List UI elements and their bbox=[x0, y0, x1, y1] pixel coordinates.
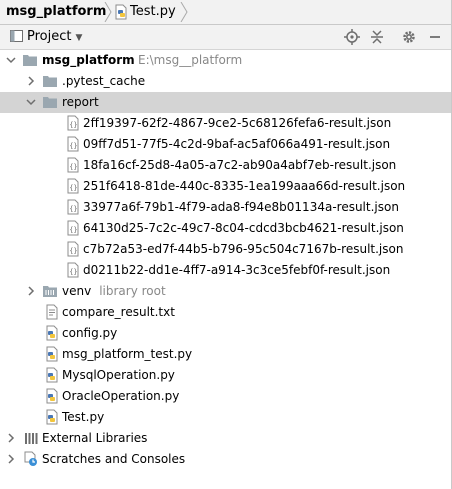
svg-text:{}: {} bbox=[69, 205, 77, 213]
folder-icon bbox=[43, 76, 57, 87]
tree-node-label: 09ff7d51-77f5-4c2d-9baf-ac5af066a491-res… bbox=[83, 137, 391, 151]
chevron-down-icon: ▼ bbox=[75, 33, 83, 43]
library-folder-icon bbox=[43, 286, 57, 297]
python-file-icon bbox=[46, 409, 58, 425]
tree-node-json-file[interactable]: {} c7b72a53-ed7f-44b5-b796-95c504c7167b-… bbox=[0, 239, 452, 260]
tree-node-label: .pytest_cache bbox=[62, 74, 146, 88]
tree-node-label: report bbox=[62, 95, 99, 109]
svg-text:{}: {} bbox=[69, 142, 77, 150]
tree-node-label: compare_result.txt bbox=[62, 305, 175, 319]
breadcrumb-file[interactable]: Test.py bbox=[130, 0, 176, 24]
tree-node-label: msg_platform bbox=[42, 53, 135, 67]
tree-node-venv[interactable]: venv library root bbox=[0, 281, 452, 302]
libraries-icon bbox=[25, 433, 38, 444]
chevron-right-icon[interactable] bbox=[6, 433, 16, 443]
venv-name: venv bbox=[62, 284, 92, 298]
tree-node-json-file[interactable]: {} 64130d25-7c2c-49c7-8c04-cdcd3bcb4621-… bbox=[0, 218, 452, 239]
svg-text:{}: {} bbox=[69, 163, 77, 171]
tree-node-json-file[interactable]: {} 33977a6f-79b1-4f79-ada8-f94e8b01134a-… bbox=[0, 197, 452, 218]
svg-text:{}: {} bbox=[69, 268, 77, 276]
json-file-icon: {} bbox=[67, 178, 79, 194]
project-view-selector[interactable]: Project ▼ bbox=[10, 25, 82, 49]
chevron-down-icon[interactable] bbox=[26, 97, 36, 107]
folder-icon bbox=[23, 55, 37, 66]
tree-node-label: 251f6418-81de-440c-8335-1ea199aaa66d-res… bbox=[83, 179, 406, 193]
json-file-icon: {} bbox=[67, 115, 79, 131]
tree-node-label: 64130d25-7c2c-49c7-8c04-cdcd3bcb4621-res… bbox=[83, 221, 404, 235]
tree-node-pytest-cache[interactable]: .pytest_cache bbox=[0, 71, 452, 92]
project-tree: msg_platform E:\msg__platform .pytest_ca… bbox=[0, 50, 452, 489]
tree-node-root[interactable]: msg_platform E:\msg__platform bbox=[0, 50, 452, 71]
library-root-note: library root bbox=[99, 284, 166, 298]
breadcrumb-project[interactable]: msg_platform bbox=[6, 0, 106, 24]
locate-icon[interactable] bbox=[343, 28, 361, 46]
tree-node-text-file[interactable]: compare_result.txt bbox=[0, 302, 452, 323]
tree-node-json-file[interactable]: {} 09ff7d51-77f5-4c2d-9baf-ac5af066a491-… bbox=[0, 134, 452, 155]
breadcrumb-separator-icon bbox=[180, 2, 188, 22]
tree-node-label: d0211b22-dd1e-4ff7-a914-3c3ce5febf0f-res… bbox=[83, 263, 391, 277]
chevron-right-icon[interactable] bbox=[26, 76, 36, 86]
tree-node-label: msg_platform_test.py bbox=[62, 347, 193, 361]
python-file-icon bbox=[46, 325, 58, 341]
json-file-icon: {} bbox=[67, 136, 79, 152]
tree-node-label: config.py bbox=[62, 326, 118, 340]
tree-node-json-file[interactable]: {} d0211b22-dd1e-4ff7-a914-3c3ce5febf0f-… bbox=[0, 260, 452, 281]
tree-node-json-file[interactable]: {} 251f6418-81de-440c-8335-1ea199aaa66d-… bbox=[0, 176, 452, 197]
hide-icon[interactable] bbox=[426, 28, 444, 46]
toolwindow-title: Project bbox=[27, 29, 72, 44]
python-file-icon bbox=[46, 367, 58, 383]
tree-node-json-file[interactable]: {} 18fa16cf-25d8-4a05-a7c2-ab90a4abf7eb-… bbox=[0, 155, 452, 176]
python-file-icon bbox=[46, 346, 58, 362]
breadcrumb-separator-icon bbox=[104, 2, 112, 22]
tree-node-python-file[interactable]: config.py bbox=[0, 323, 452, 344]
tree-node-label: Test.py bbox=[62, 410, 105, 424]
tree-node-scratches[interactable]: Scratches and Consoles bbox=[0, 449, 452, 470]
scratches-icon bbox=[24, 451, 37, 466]
navigation-bar: msg_platform Test.py bbox=[0, 0, 452, 25]
folder-icon bbox=[43, 97, 57, 108]
tree-node-label: OracleOperation.py bbox=[62, 389, 180, 403]
json-file-icon: {} bbox=[67, 241, 79, 257]
tree-node-json-file[interactable]: {} 2ff19397-62f2-4867-9ce2-5c68126fefa6-… bbox=[0, 113, 452, 134]
tree-node-label: 18fa16cf-25d8-4a05-a7c2-ab90a4abf7eb-res… bbox=[83, 158, 397, 172]
tree-node-label: venv library root bbox=[62, 281, 166, 302]
tree-node-label: 2ff19397-62f2-4867-9ce2-5c68126fefa6-res… bbox=[83, 116, 392, 130]
json-file-icon: {} bbox=[67, 262, 79, 278]
project-toolwindow-header: Project ▼ bbox=[0, 25, 452, 50]
tree-node-label: c7b72a53-ed7f-44b5-b796-95c504c7167b-res… bbox=[83, 242, 404, 256]
svg-text:{}: {} bbox=[69, 121, 77, 129]
tree-node-label: Scratches and Consoles bbox=[42, 452, 186, 466]
chevron-down-icon[interactable] bbox=[6, 55, 16, 65]
tree-node-path: E:\msg__platform bbox=[138, 53, 243, 67]
gear-icon[interactable] bbox=[400, 28, 418, 46]
chevron-right-icon[interactable] bbox=[26, 286, 36, 296]
tree-node-external-libraries[interactable]: External Libraries bbox=[0, 428, 452, 449]
svg-text:{}: {} bbox=[69, 247, 77, 255]
svg-text:{}: {} bbox=[69, 226, 77, 234]
json-file-icon: {} bbox=[67, 157, 79, 173]
tree-node-python-file[interactable]: msg_platform_test.py bbox=[0, 344, 452, 365]
collapse-all-icon[interactable] bbox=[368, 28, 386, 46]
tree-node-python-file[interactable]: Test.py bbox=[0, 407, 452, 428]
tree-node-python-file[interactable]: OracleOperation.py bbox=[0, 386, 452, 407]
python-file-icon bbox=[115, 4, 127, 20]
tree-node-label: MysqlOperation.py bbox=[62, 368, 175, 382]
text-file-icon bbox=[46, 304, 58, 320]
tree-node-report[interactable]: report bbox=[0, 92, 452, 113]
tree-node-python-file[interactable]: MysqlOperation.py bbox=[0, 365, 452, 386]
project-view-icon bbox=[10, 30, 23, 42]
tree-node-label: 33977a6f-79b1-4f79-ada8-f94e8b01134a-res… bbox=[83, 200, 399, 214]
svg-text:{}: {} bbox=[69, 184, 77, 192]
json-file-icon: {} bbox=[67, 199, 79, 215]
json-file-icon: {} bbox=[67, 220, 79, 236]
tree-node-label: External Libraries bbox=[42, 431, 148, 445]
chevron-right-icon[interactable] bbox=[6, 454, 16, 464]
python-file-icon bbox=[46, 388, 58, 404]
